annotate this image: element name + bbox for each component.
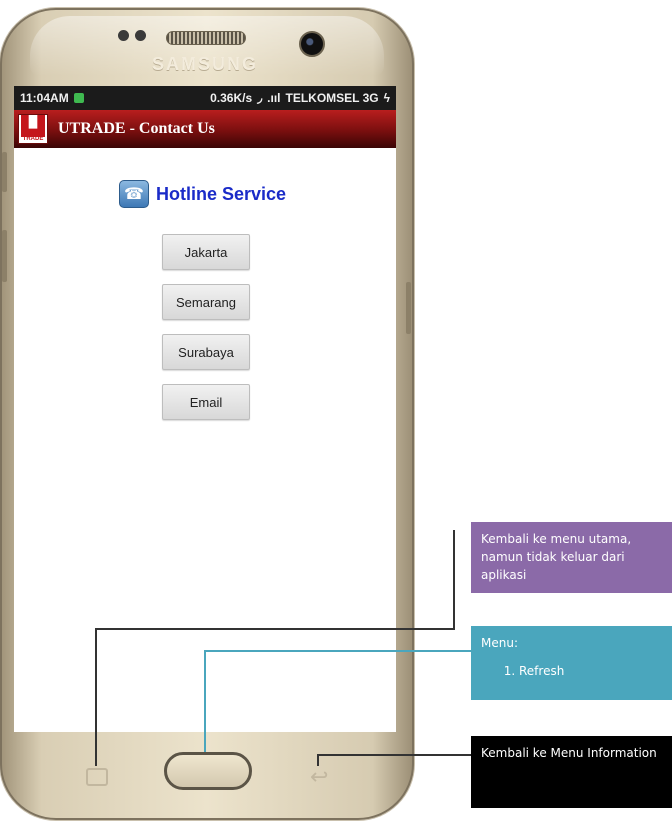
- sensor-dot: [118, 30, 129, 41]
- status-bar: 11:04AM 0.36K/s ◞ .ııl TELKOMSEL 3G ϟ: [14, 86, 396, 110]
- menu-callout: Menu: Refresh: [471, 626, 672, 700]
- wifi-icon: ◞: [257, 90, 263, 105]
- sensor-dot: [135, 30, 146, 41]
- network-speed: 0.36K/s: [210, 91, 253, 105]
- brand-logo: SAMSUNG: [151, 54, 258, 74]
- surabaya-button[interactable]: Surabaya: [162, 334, 250, 370]
- hotline-title: Hotline Service: [156, 183, 287, 204]
- status-right: 0.36K/s ◞ .ııl TELKOMSEL 3G ϟ: [210, 90, 390, 106]
- signal-icon: .ııl: [267, 91, 281, 105]
- annotation-line: [317, 754, 471, 756]
- telephone-icon: ☎: [119, 180, 149, 208]
- back-icon[interactable]: ↩: [310, 764, 328, 790]
- status-time: 11:04AM: [20, 91, 69, 105]
- jakarta-button[interactable]: Jakarta: [162, 234, 250, 270]
- recent-apps-icon[interactable]: [86, 768, 108, 786]
- logo-text: TRADE: [22, 136, 44, 142]
- menu-callout-item: Refresh: [519, 662, 662, 680]
- home-button[interactable]: [164, 752, 252, 790]
- annotation-line: [95, 628, 97, 766]
- annotation-line: [204, 650, 471, 652]
- charging-icon: ϟ: [383, 91, 390, 105]
- app-bar: TRADE UTRADE - Contact Us: [14, 110, 396, 148]
- back-callout: Kembali ke Menu Information: [471, 736, 672, 808]
- front-camera: [299, 31, 325, 57]
- menu-callout-list: Refresh: [481, 662, 662, 680]
- hotline-header: ☎ Hotline Service: [119, 180, 286, 208]
- carrier-name: TELKOMSEL 3G: [285, 91, 379, 105]
- sensors: [118, 30, 146, 41]
- email-button[interactable]: Email: [162, 384, 250, 420]
- semarang-button[interactable]: Semarang: [162, 284, 250, 320]
- annotation-line: [204, 652, 206, 752]
- app-title: UTRADE - Contact Us: [58, 120, 215, 137]
- annotation-line: [453, 530, 455, 630]
- menu-callout-title: Menu:: [481, 636, 518, 650]
- utrade-logo: TRADE: [18, 114, 48, 144]
- home-callout: Kembali ke menu utama, namun tidak kelua…: [471, 522, 672, 593]
- annotation-line: [95, 628, 455, 630]
- volume-down-button[interactable]: [2, 230, 7, 282]
- earpiece-speaker: [166, 31, 246, 45]
- notification-icon: [73, 93, 84, 103]
- power-button[interactable]: [406, 282, 411, 334]
- screen: 11:04AM 0.36K/s ◞ .ııl TELKOMSEL 3G ϟ TR…: [14, 86, 396, 732]
- volume-up-button[interactable]: [2, 152, 7, 192]
